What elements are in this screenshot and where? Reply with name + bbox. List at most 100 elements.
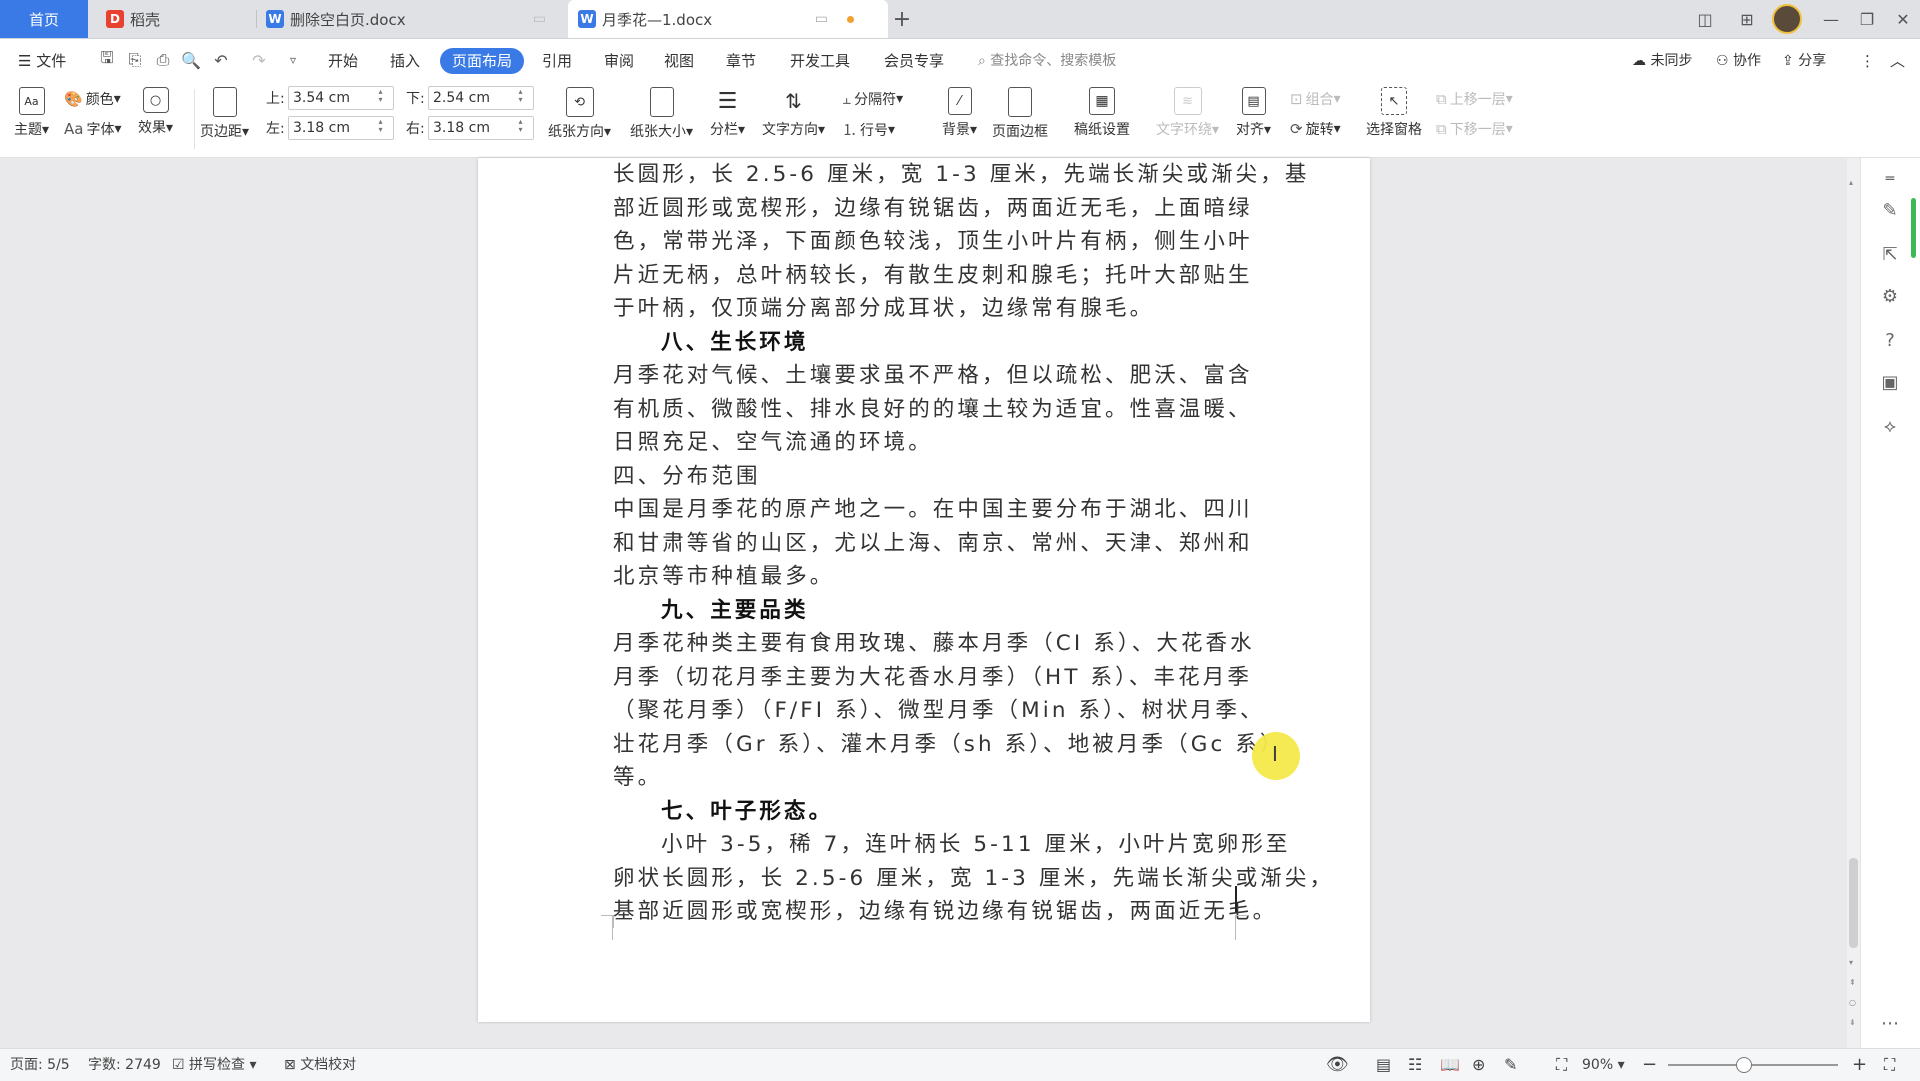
select-browse-icon[interactable]: ○ xyxy=(1849,998,1856,1007)
menu-member[interactable]: 会员专享 xyxy=(884,48,944,74)
paper-size-button[interactable]: 纸张大小▾ xyxy=(630,87,693,141)
collaborate-button[interactable]: ⚇ 协作 xyxy=(1716,48,1761,74)
paragraph-line[interactable]: 四、分布范围 xyxy=(613,460,1238,494)
eye-protect-icon[interactable]: 👁 xyxy=(1326,1049,1349,1081)
help-icon[interactable]: ? xyxy=(1879,330,1901,352)
zoom-out-icon[interactable]: − xyxy=(1642,1049,1657,1081)
more-tools-icon[interactable]: ⋯ xyxy=(1879,1013,1901,1035)
orientation-button[interactable]: ⟲ 纸张方向▾ xyxy=(548,87,611,141)
image-tools-icon[interactable]: ▣ xyxy=(1879,372,1901,394)
effect-button[interactable]: ○ 效果▾ xyxy=(138,87,173,137)
proofread-button[interactable]: ⊠ 文档校对 xyxy=(284,1049,356,1081)
fit-page-icon[interactable]: ⛶ xyxy=(1556,1049,1567,1081)
paragraph-line[interactable]: 中国是月季花的原产地之一。在中国主要分布于湖北、四川 xyxy=(613,493,1250,527)
menu-start[interactable]: 开始 xyxy=(328,48,358,74)
manuscript-button[interactable]: ▦ 稿纸设置 xyxy=(1074,87,1130,139)
section-heading[interactable]: 八、生长环境 xyxy=(613,326,1238,360)
select-pointer-icon[interactable]: ⇱ xyxy=(1879,244,1901,266)
collapse-ribbon-icon[interactable]: ︿ xyxy=(1890,48,1905,74)
minimize-icon[interactable]: — xyxy=(1814,0,1848,38)
page-view-icon[interactable]: ▤ xyxy=(1376,1049,1391,1081)
export-pdf-icon[interactable]: ⎘ xyxy=(124,49,146,71)
ai-assist-icon[interactable]: ⟡ xyxy=(1879,416,1901,438)
tab-doc-rose[interactable]: W 月季花—1.docx ▭ xyxy=(568,0,888,38)
outline-view-icon[interactable]: ☷ xyxy=(1408,1049,1422,1081)
paragraph-line[interactable]: 日照充足、空气流通的环境。 xyxy=(613,426,1238,460)
margin-right-input[interactable]: 3.18 cm xyxy=(428,116,534,140)
restore-icon[interactable]: ❐ xyxy=(1850,0,1884,38)
paragraph-line[interactable]: 卵状长圆形，长 2.5-6 厘米，宽 1-3 厘米，先端长渐尖或渐尖， xyxy=(613,862,1331,896)
pen-edit-icon[interactable]: ✎ xyxy=(1879,200,1901,222)
margin-bottom-field[interactable]: 下: 2.54 cm xyxy=(406,86,534,110)
scroll-down-icon[interactable]: ▾ xyxy=(1849,958,1853,967)
web-view-icon[interactable]: ⊕ xyxy=(1472,1049,1485,1081)
menu-developer[interactable]: 开发工具 xyxy=(790,48,850,74)
margin-right-field[interactable]: 右: 3.18 cm xyxy=(406,116,534,140)
tab-daoke[interactable]: D 稻壳 xyxy=(100,0,256,38)
menu-review[interactable]: 审阅 xyxy=(604,48,634,74)
paragraph-line[interactable]: 色，常带光泽，下面颜色较浅，顶生小叶片有柄，侧生小叶 xyxy=(613,225,1250,259)
margin-top-field[interactable]: 上: 3.54 cm xyxy=(266,86,394,110)
tab-doc-delete-blank[interactable]: W 删除空白页.docx ▭ xyxy=(262,0,566,38)
paragraph-line[interactable]: 片近无柄，总叶柄较长，有散生皮刺和腺毛；托叶大部贴生 xyxy=(613,259,1250,293)
word-count[interactable]: 字数: 2749 xyxy=(88,1049,161,1081)
text-direction-button[interactable]: ⇅ 文字方向▾ xyxy=(762,87,825,139)
avatar[interactable] xyxy=(1770,0,1804,38)
save-icon[interactable]: 🖫 xyxy=(96,48,118,71)
font-button[interactable]: Aa 字体 ▾ xyxy=(64,119,121,139)
file-menu[interactable]: ☰ 文件 xyxy=(18,48,66,74)
sync-button[interactable]: ☁ 未同步 xyxy=(1632,48,1692,74)
selection-pane-button[interactable]: ↖ 选择窗格 xyxy=(1366,87,1422,139)
share-button[interactable]: ⇪ 分享 xyxy=(1782,48,1826,74)
align-button[interactable]: ▤ 对齐▾ xyxy=(1236,87,1271,139)
menu-page-layout[interactable]: 页面布局 xyxy=(440,48,525,74)
customize-toolbar-icon[interactable]: ▿ xyxy=(282,49,304,71)
tab-monitor-icon[interactable]: ▭ xyxy=(815,11,828,27)
next-page-icon[interactable]: ⇟ xyxy=(1849,1018,1856,1027)
close-icon[interactable]: ✕ xyxy=(1886,0,1920,38)
rail-collapse-icon[interactable]: ═ xyxy=(1879,168,1901,190)
new-tab-button[interactable]: + xyxy=(890,0,914,38)
layout-switch-icon[interactable]: ◫ xyxy=(1688,0,1722,38)
columns-button[interactable]: ☰ 分栏▾ xyxy=(710,87,745,139)
background-button[interactable]: ⁄ 背景▾ xyxy=(942,87,977,139)
menu-section[interactable]: 章节 xyxy=(726,48,756,74)
paragraph-line[interactable]: 长圆形，长 2.5-6 厘米，宽 1-3 厘米，先端长渐尖或渐尖，基 xyxy=(613,158,1306,192)
scrollbar-thumb[interactable] xyxy=(1849,858,1858,948)
paragraph-line[interactable]: 月季（切花月季主要为大花香水月季）（HT 系）、丰花月季 xyxy=(613,661,1249,695)
print-preview-icon[interactable]: 🔍 xyxy=(180,49,202,71)
rotate-button[interactable]: ⟳ 旋转 ▾ xyxy=(1290,119,1341,139)
spell-check-button[interactable]: ☑ 拼写检查 ▾ xyxy=(172,1049,257,1081)
paragraph-line[interactable]: 小叶 3-5，稀 7，连叶柄长 5-11 厘米，小叶片宽卵形至 xyxy=(613,828,1287,862)
paragraph-line[interactable]: 北京等市种植最多。 xyxy=(613,560,1238,594)
margin-left-input[interactable]: 3.18 cm xyxy=(288,116,394,140)
paragraph-line[interactable]: 月季花种类主要有食用玫瑰、藤本月季（CI 系）、大花香水 xyxy=(613,627,1252,661)
paragraph-line[interactable]: 等。 xyxy=(613,761,1238,795)
tab-monitor-icon[interactable]: ▭ xyxy=(533,11,546,27)
undo-icon[interactable]: ↶ xyxy=(210,49,232,71)
breaks-button[interactable]: ⫠ 分隔符 ▾ xyxy=(842,89,903,109)
bring-forward-button[interactable]: ⧉ 上移一层 ▾ xyxy=(1436,89,1513,109)
tab-home[interactable]: 首页 xyxy=(0,0,88,38)
color-button[interactable]: 🎨 颜色 ▾ xyxy=(64,89,121,109)
zoom-in-icon[interactable]: + xyxy=(1852,1049,1867,1081)
write-view-icon[interactable]: ✎ xyxy=(1504,1049,1517,1081)
margin-bottom-input[interactable]: 2.54 cm xyxy=(428,86,534,110)
group-button[interactable]: ⊡ 组合 ▾ xyxy=(1290,89,1341,109)
menu-references[interactable]: 引用 xyxy=(542,48,572,74)
paragraph-line[interactable]: 于叶柄，仅顶端分离部分成耳状，边缘常有腺毛。 xyxy=(613,292,1238,326)
zoom-level[interactable]: 90% ▾ xyxy=(1582,1049,1625,1081)
print-icon[interactable]: ⎙ xyxy=(152,49,174,71)
document-page[interactable]: 长圆形，长 2.5-6 厘米，宽 1-3 厘米，先端长渐尖或渐尖，基 部近圆形或宽… xyxy=(478,158,1370,1022)
adjust-settings-icon[interactable]: ⚙ xyxy=(1879,286,1901,308)
paragraph-line[interactable]: 壮花月季（Gr 系）、灌木月季（sh 系）、地被月季（Gc 系） xyxy=(613,728,1281,762)
paragraph-line[interactable]: 有机质、微酸性、排水良好的的壤土较为适宜。性喜温暖、 xyxy=(613,393,1250,427)
send-backward-button[interactable]: ⧉ 下移一层 ▾ xyxy=(1436,119,1513,139)
page-count[interactable]: 页面: 5/5 xyxy=(10,1049,70,1081)
paragraph-line[interactable]: 和甘肃等省的山区，尤以上海、南京、常州、天津、郑州和 xyxy=(613,527,1250,561)
redo-icon[interactable]: ↷ xyxy=(248,49,270,71)
margin-top-input[interactable]: 3.54 cm xyxy=(288,86,394,110)
more-menu-icon[interactable]: ⋮ xyxy=(1860,48,1875,74)
paragraph-line[interactable]: 基部近圆形或宽楔形，边缘有锐边缘有锐锯齿，两面近无毛。 xyxy=(613,895,1274,929)
menu-view[interactable]: 视图 xyxy=(664,48,694,74)
